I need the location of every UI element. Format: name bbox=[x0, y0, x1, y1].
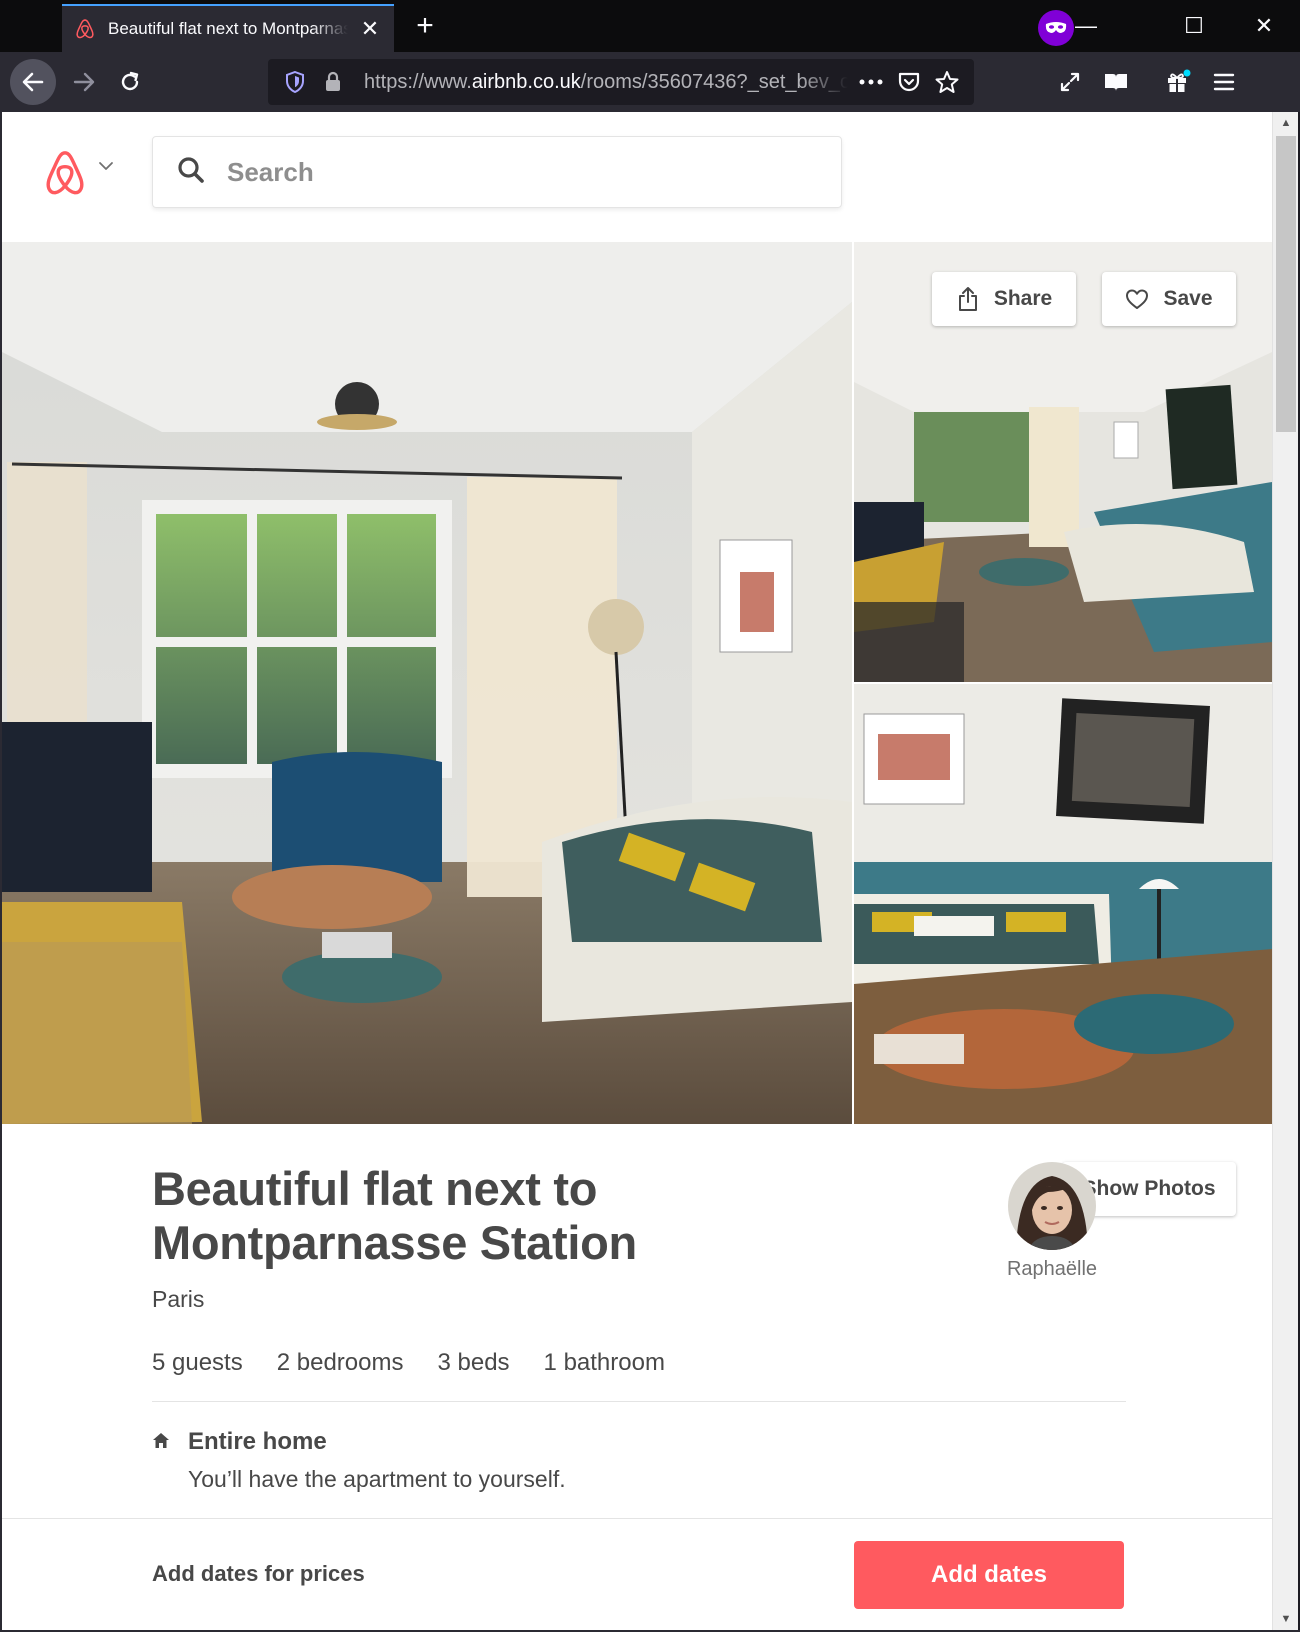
booking-bar: Add dates for prices Add dates bbox=[2, 1518, 1272, 1630]
reader-icon[interactable] bbox=[1096, 62, 1136, 102]
save-button[interactable]: Save bbox=[1102, 272, 1236, 326]
window-close-icon[interactable]: ✕ bbox=[1240, 6, 1288, 46]
maximize-icon[interactable]: ☐ bbox=[1170, 6, 1218, 46]
listing-title: Beautiful flat next to Montparnasse Stat… bbox=[152, 1162, 637, 1269]
secondary-photo-bottom[interactable] bbox=[854, 684, 1272, 1124]
price-note: Add dates for prices bbox=[152, 1561, 365, 1586]
listing-details: Beautiful flat next to Montparnasse Stat… bbox=[152, 1162, 1126, 1493]
divider bbox=[152, 1401, 1126, 1402]
host-name[interactable]: Raphaëlle bbox=[992, 1258, 1112, 1281]
share-icon bbox=[956, 286, 980, 312]
home-type-title: Entire home bbox=[188, 1428, 327, 1455]
navigation-toolbar: https://www.airbnb.co.uk/rooms/35607436?… bbox=[0, 52, 1300, 112]
reload-icon[interactable] bbox=[108, 60, 152, 104]
scroll-up-icon[interactable]: ▲ bbox=[1273, 112, 1299, 134]
search-bar[interactable] bbox=[152, 136, 842, 208]
airbnb-logo-icon[interactable] bbox=[42, 148, 88, 203]
tab-title: Beautiful flat next to Montparnasse Stat… bbox=[108, 19, 348, 38]
scroll-down-icon[interactable]: ▼ bbox=[1273, 1608, 1299, 1630]
listing-city: Paris bbox=[152, 1286, 205, 1312]
url-bar[interactable]: https://www.airbnb.co.uk/rooms/35607436?… bbox=[268, 59, 974, 105]
forward-icon[interactable] bbox=[62, 60, 106, 104]
url-text[interactable]: https://www.airbnb.co.uk/rooms/35607436?… bbox=[364, 71, 848, 94]
home-type-section: Entire home You’ll have the apartment to… bbox=[152, 1428, 1126, 1493]
site-header bbox=[2, 112, 1272, 242]
photo-gallery: Share Save Show Photos bbox=[2, 242, 1272, 1216]
share-button[interactable]: Share bbox=[932, 272, 1076, 326]
lock-icon[interactable] bbox=[318, 67, 348, 97]
menu-icon[interactable] bbox=[1204, 62, 1244, 102]
back-icon[interactable] bbox=[10, 59, 56, 105]
save-label: Save bbox=[1163, 287, 1213, 310]
gift-icon[interactable] bbox=[1158, 62, 1198, 102]
host-profile[interactable]: Raphaëlle bbox=[992, 1162, 1112, 1281]
more-icon[interactable] bbox=[856, 67, 886, 97]
listing-facts: 5 guests 2 bedrooms 3 beds 1 bathroom bbox=[152, 1349, 1126, 1377]
bedrooms-count: 2 bedrooms bbox=[276, 1349, 404, 1376]
scrollbar[interactable]: ▲ ▼ bbox=[1272, 112, 1298, 1630]
heart-icon bbox=[1125, 288, 1149, 310]
share-label: Share bbox=[993, 287, 1053, 310]
airbnb-favicon bbox=[74, 18, 96, 40]
add-dates-button[interactable]: Add dates bbox=[854, 1541, 1124, 1609]
beds-count: 3 beds bbox=[437, 1349, 510, 1376]
search-icon bbox=[177, 156, 205, 189]
home-type-description: You’ll have the apartment to yourself. bbox=[188, 1466, 566, 1492]
guests-count: 5 guests bbox=[152, 1349, 243, 1376]
avatar[interactable] bbox=[1008, 1162, 1096, 1250]
star-icon[interactable] bbox=[932, 67, 962, 97]
fullscreen-icon[interactable] bbox=[1050, 62, 1090, 102]
page-viewport: Share Save Show Photos Beautiful flat ne… bbox=[2, 112, 1272, 1630]
tab-strip: Beautiful flat next to Montparnasse Stat… bbox=[0, 0, 1300, 52]
active-tab[interactable]: Beautiful flat next to Montparnasse Stat… bbox=[62, 4, 394, 52]
search-input[interactable] bbox=[227, 156, 787, 188]
plus-icon[interactable]: + bbox=[408, 8, 442, 44]
scrollbar-thumb[interactable] bbox=[1276, 136, 1296, 432]
pocket-icon[interactable] bbox=[894, 67, 924, 97]
chevron-down-icon[interactable] bbox=[98, 158, 114, 176]
bathrooms-count: 1 bathroom bbox=[543, 1349, 665, 1376]
home-icon bbox=[152, 1428, 188, 1493]
minimize-icon[interactable]: — bbox=[1062, 6, 1110, 46]
shield-icon[interactable] bbox=[280, 67, 310, 97]
close-icon[interactable]: ✕ bbox=[358, 16, 382, 42]
main-photo[interactable] bbox=[2, 242, 852, 1124]
